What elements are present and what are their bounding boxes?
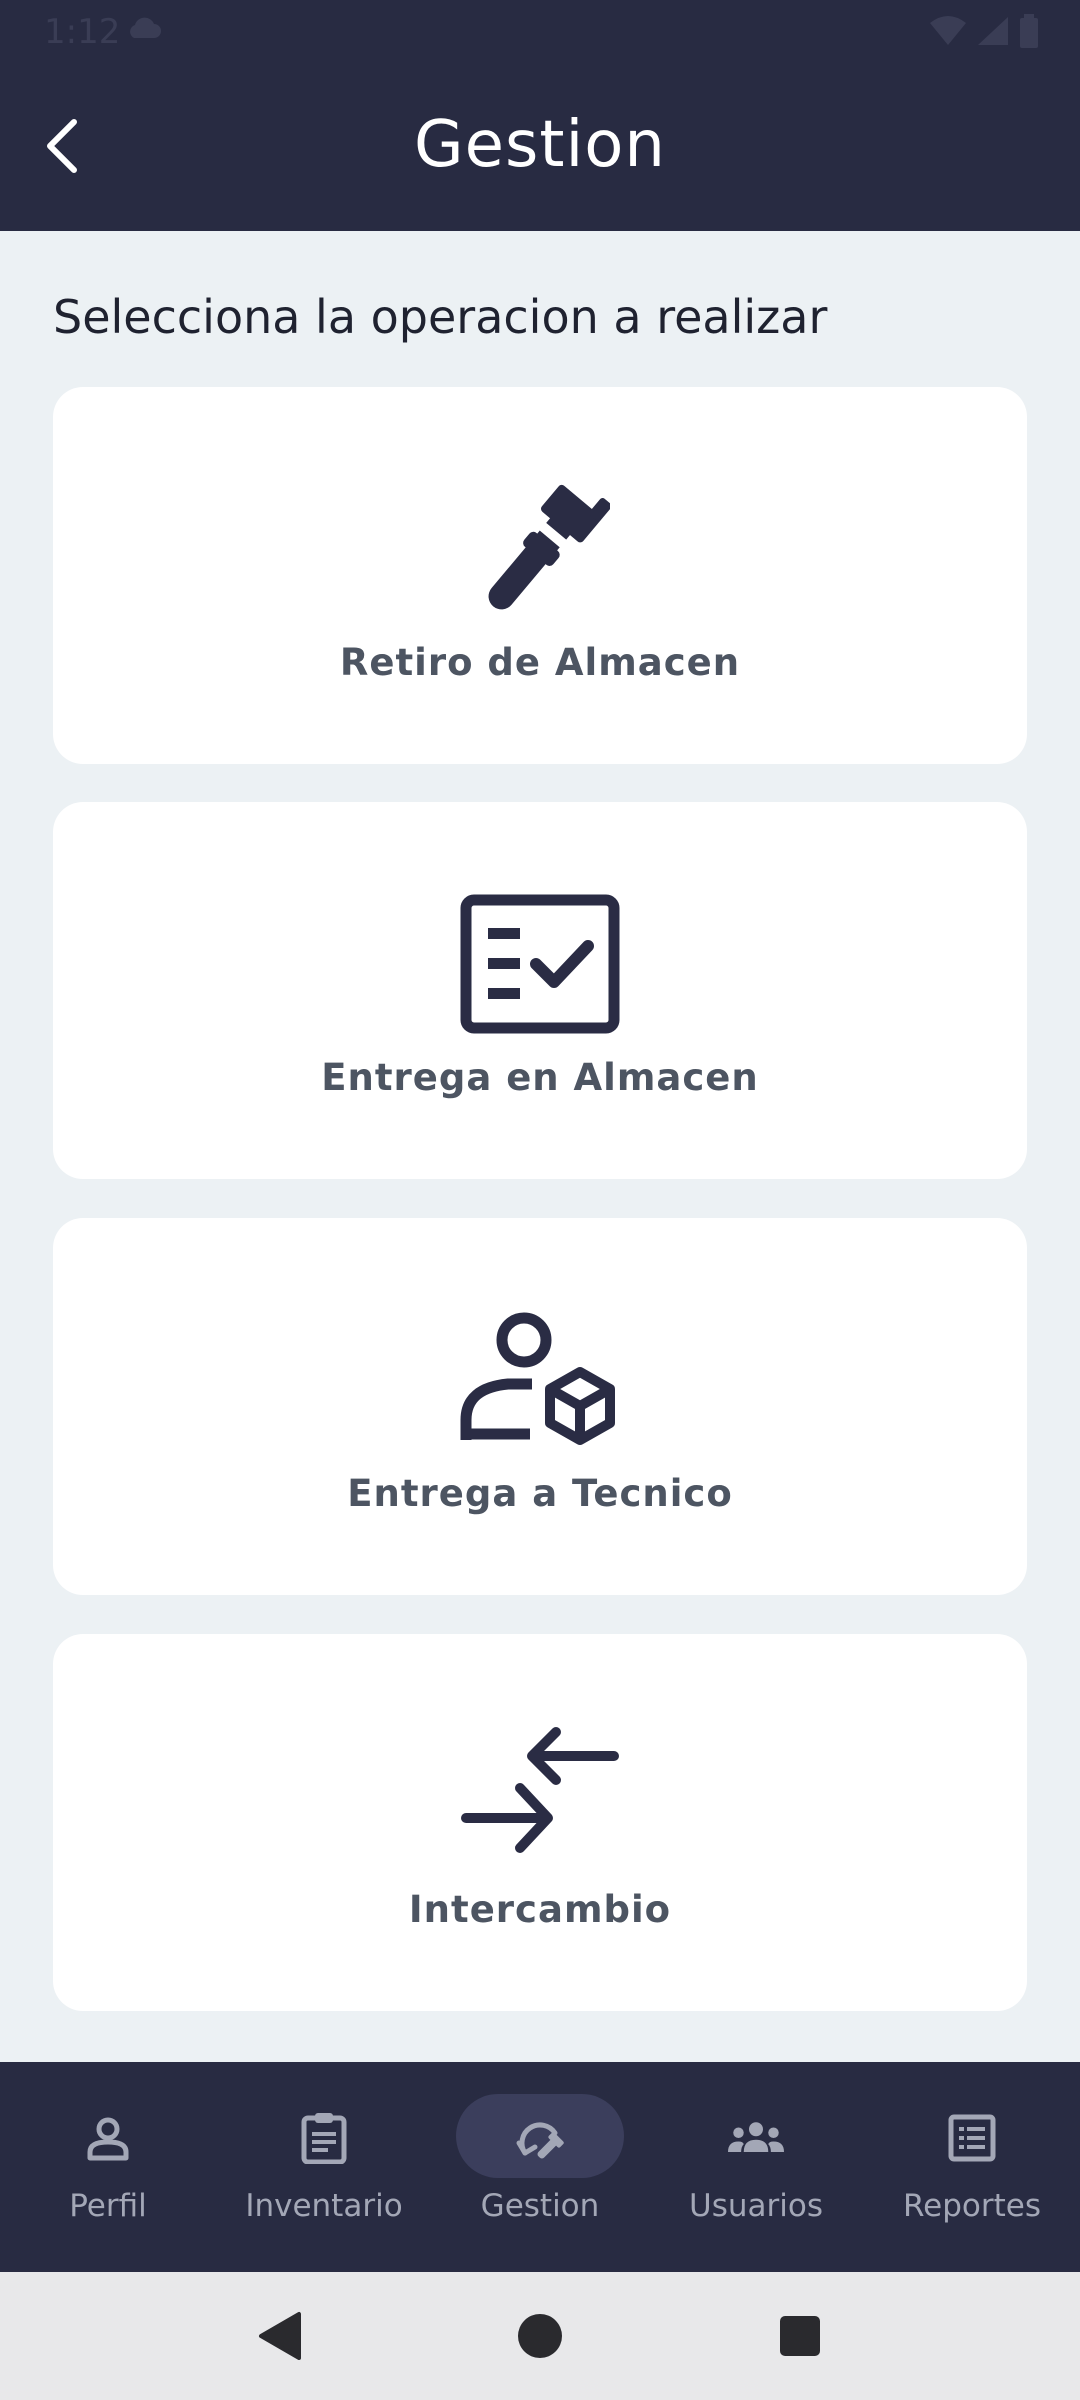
screen: 1:12 Gestion Selecciona la operacion a r… bbox=[0, 0, 1080, 2400]
system-recents-button[interactable] bbox=[760, 2296, 840, 2376]
nav-item-perfil[interactable]: Perfil bbox=[0, 2062, 216, 2272]
battery-icon bbox=[1018, 14, 1040, 53]
nav-label: Inventario bbox=[245, 2188, 403, 2224]
pipe-wrench-icon bbox=[460, 469, 620, 629]
system-home-button[interactable] bbox=[500, 2296, 580, 2376]
status-time: 1:12 bbox=[44, 12, 121, 52]
card-label: Intercambio bbox=[408, 1888, 672, 1931]
card-retiro-de-almacen[interactable]: Retiro de Almacen bbox=[53, 387, 1027, 764]
person-icon bbox=[80, 2110, 136, 2166]
card-label: Entrega a Tecnico bbox=[347, 1472, 733, 1515]
exchange-arrows-icon bbox=[460, 1716, 620, 1876]
nav-item-usuarios[interactable]: Usuarios bbox=[648, 2062, 864, 2272]
nav-item-gestion[interactable]: Gestion bbox=[432, 2062, 648, 2272]
nav-label: Usuarios bbox=[689, 2188, 823, 2224]
clipboard-icon bbox=[296, 2110, 352, 2166]
manage-icon bbox=[512, 2110, 568, 2166]
circle-home-icon bbox=[518, 2314, 562, 2358]
page-title: Gestion bbox=[414, 108, 666, 182]
nav-item-inventario[interactable]: Inventario bbox=[216, 2062, 432, 2272]
card-label: Entrega en Almacen bbox=[321, 1056, 759, 1099]
system-back-button[interactable] bbox=[240, 2296, 320, 2376]
nav-label: Gestion bbox=[480, 2188, 600, 2224]
card-intercambio[interactable]: Intercambio bbox=[53, 1634, 1027, 2011]
checklist-icon bbox=[460, 884, 620, 1044]
nav-label: Reportes bbox=[903, 2188, 1041, 2224]
nav-label: Perfil bbox=[69, 2188, 147, 2224]
wifi-icon bbox=[928, 15, 968, 52]
card-entrega-en-almacen[interactable]: Entrega en Almacen bbox=[53, 802, 1027, 1179]
triangle-back-icon bbox=[259, 2312, 301, 2360]
card-label: Retiro de Almacen bbox=[339, 641, 741, 684]
cloud-icon bbox=[126, 16, 162, 45]
card-entrega-a-tecnico[interactable]: Entrega a Tecnico bbox=[53, 1218, 1027, 1595]
app-header: 1:12 Gestion bbox=[0, 0, 1080, 231]
system-nav-bar bbox=[0, 2272, 1080, 2400]
signal-icon bbox=[976, 15, 1010, 52]
nav-item-reportes[interactable]: Reportes bbox=[864, 2062, 1080, 2272]
person-package-icon bbox=[460, 1300, 620, 1460]
bottom-nav: Perfil Inventario Gestion Usuarios Repor… bbox=[0, 2062, 1080, 2272]
report-icon bbox=[944, 2110, 1000, 2166]
operation-prompt: Selecciona la operacion a realizar bbox=[53, 290, 828, 344]
square-recents-icon bbox=[780, 2316, 820, 2356]
group-icon bbox=[728, 2110, 784, 2166]
status-icons bbox=[928, 14, 1040, 53]
